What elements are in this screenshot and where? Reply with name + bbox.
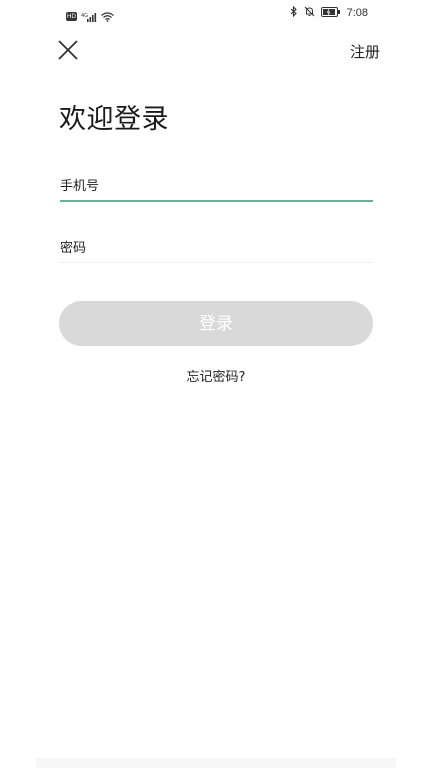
password-input-underline (60, 262, 373, 263)
bottom-navigation-bar (36, 758, 396, 768)
close-icon (58, 40, 78, 60)
hd-icon: HD (66, 12, 77, 21)
login-button[interactable]: 登录 (59, 301, 373, 346)
svg-text:4G: 4G (81, 13, 88, 19)
status-bar: HD 4G 7:08 (0, 0, 432, 26)
status-left-group: HD 4G (66, 7, 114, 26)
phone-input[interactable] (60, 172, 373, 200)
phone-input-underline (60, 200, 373, 202)
status-time: 7:08 (346, 7, 368, 19)
register-link[interactable]: 注册 (350, 41, 380, 62)
password-field-group (60, 234, 373, 263)
status-right-group: 7:08 (290, 5, 368, 20)
close-button[interactable] (56, 38, 80, 62)
cellular-signal-icon: 4G (81, 7, 97, 26)
mute-bell-icon (304, 6, 315, 20)
forgot-password-link[interactable]: 忘记密码? (0, 366, 432, 385)
password-input[interactable] (60, 234, 373, 262)
wifi-icon (101, 7, 114, 26)
bluetooth-icon (290, 5, 298, 20)
phone-field-group (60, 172, 373, 202)
page-title: 欢迎登录 (59, 104, 169, 135)
battery-icon (320, 6, 341, 20)
